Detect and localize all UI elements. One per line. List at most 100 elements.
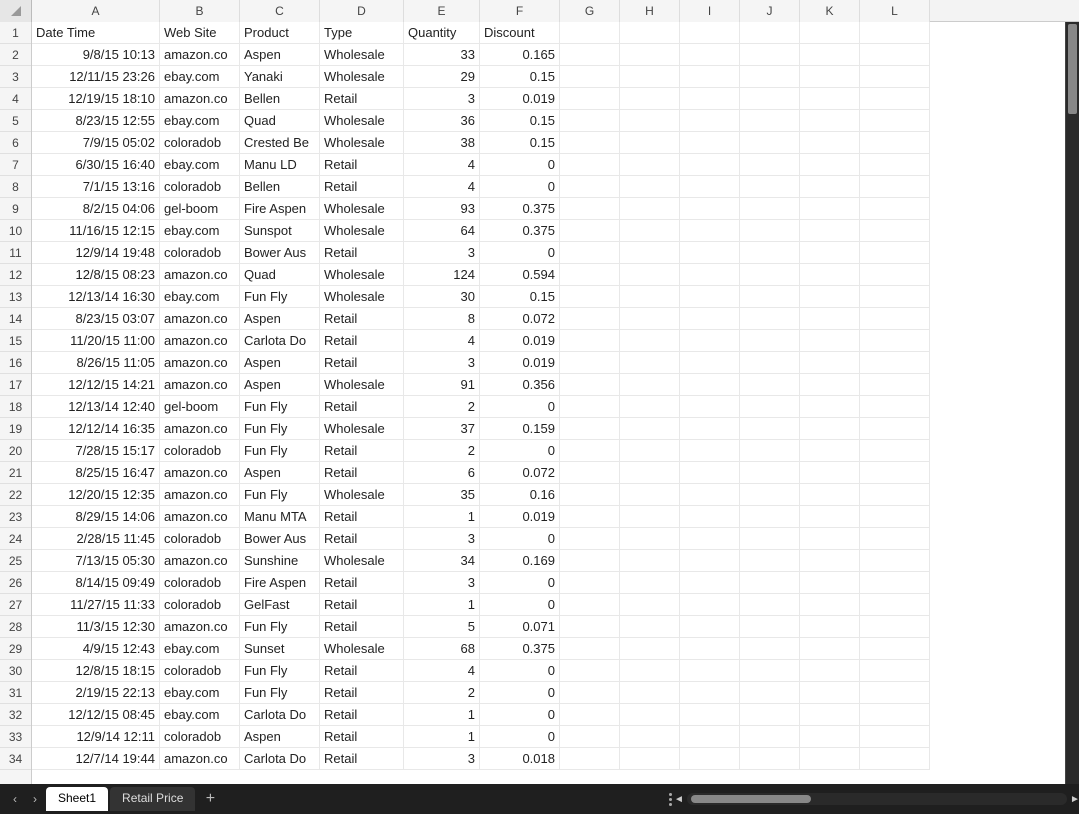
cell-C18[interactable]: Fun Fly [240,396,320,418]
cell-L8[interactable] [860,176,930,198]
cell-A20[interactable]: 7/28/15 15:17 [32,440,160,462]
cell-D18[interactable]: Retail [320,396,404,418]
cell-G24[interactable] [560,528,620,550]
cell-J34[interactable] [740,748,800,770]
cell-K11[interactable] [800,242,860,264]
cell-K27[interactable] [800,594,860,616]
cell-I13[interactable] [680,286,740,308]
cell-F27[interactable]: 0 [480,594,560,616]
cell-J25[interactable] [740,550,800,572]
cell-G11[interactable] [560,242,620,264]
cell-H11[interactable] [620,242,680,264]
row-header-27[interactable]: 27 [0,594,31,616]
cell-G1[interactable] [560,22,620,44]
cell-C7[interactable]: Manu LD [240,154,320,176]
cell-B15[interactable]: amazon.co [160,330,240,352]
cell-I30[interactable] [680,660,740,682]
cell-D16[interactable]: Retail [320,352,404,374]
column-header-F[interactable]: F [480,0,560,22]
cell-E1[interactable]: Quantity [404,22,480,44]
cell-L12[interactable] [860,264,930,286]
cell-J10[interactable] [740,220,800,242]
cell-K10[interactable] [800,220,860,242]
cell-F9[interactable]: 0.375 [480,198,560,220]
cell-G27[interactable] [560,594,620,616]
column-header-H[interactable]: H [620,0,680,22]
cell-G3[interactable] [560,66,620,88]
cell-A18[interactable]: 12/13/14 12:40 [32,396,160,418]
cell-D7[interactable]: Retail [320,154,404,176]
cell-A8[interactable]: 7/1/15 13:16 [32,176,160,198]
cell-H22[interactable] [620,484,680,506]
cell-L3[interactable] [860,66,930,88]
cell-H19[interactable] [620,418,680,440]
cell-E14[interactable]: 8 [404,308,480,330]
row-header-8[interactable]: 8 [0,176,31,198]
cell-E26[interactable]: 3 [404,572,480,594]
cell-K17[interactable] [800,374,860,396]
cell-F20[interactable]: 0 [480,440,560,462]
cell-F24[interactable]: 0 [480,528,560,550]
cell-A22[interactable]: 12/20/15 12:35 [32,484,160,506]
cell-E13[interactable]: 30 [404,286,480,308]
cell-J13[interactable] [740,286,800,308]
cell-I5[interactable] [680,110,740,132]
cell-G8[interactable] [560,176,620,198]
cell-L30[interactable] [860,660,930,682]
cell-B5[interactable]: ebay.com [160,110,240,132]
hscroll-left-arrow-icon[interactable]: ◄ [673,793,685,805]
cell-J12[interactable] [740,264,800,286]
cell-H14[interactable] [620,308,680,330]
cell-L23[interactable] [860,506,930,528]
cell-I10[interactable] [680,220,740,242]
cell-J1[interactable] [740,22,800,44]
cell-E5[interactable]: 36 [404,110,480,132]
cell-K30[interactable] [800,660,860,682]
cell-C9[interactable]: Fire Aspen [240,198,320,220]
sheet-tab-retail-price[interactable]: Retail Price [110,787,195,811]
cell-D22[interactable]: Wholesale [320,484,404,506]
cell-F19[interactable]: 0.159 [480,418,560,440]
row-header-20[interactable]: 20 [0,440,31,462]
cell-L6[interactable] [860,132,930,154]
cell-G28[interactable] [560,616,620,638]
cell-C27[interactable]: GelFast [240,594,320,616]
cell-G14[interactable] [560,308,620,330]
cell-A2[interactable]: 9/8/15 10:13 [32,44,160,66]
cell-H23[interactable] [620,506,680,528]
cell-B27[interactable]: coloradob [160,594,240,616]
cell-J7[interactable] [740,154,800,176]
cell-D12[interactable]: Wholesale [320,264,404,286]
column-header-J[interactable]: J [740,0,800,22]
cell-F12[interactable]: 0.594 [480,264,560,286]
cell-C4[interactable]: Bellen [240,88,320,110]
cell-K14[interactable] [800,308,860,330]
cell-D25[interactable]: Wholesale [320,550,404,572]
cell-E8[interactable]: 4 [404,176,480,198]
cell-G10[interactable] [560,220,620,242]
cell-L33[interactable] [860,726,930,748]
column-header-B[interactable]: B [160,0,240,22]
cell-G31[interactable] [560,682,620,704]
cell-D4[interactable]: Retail [320,88,404,110]
cell-A34[interactable]: 12/7/14 19:44 [32,748,160,770]
cell-D17[interactable]: Wholesale [320,374,404,396]
row-header-33[interactable]: 33 [0,726,31,748]
cell-L17[interactable] [860,374,930,396]
cell-J4[interactable] [740,88,800,110]
cell-B28[interactable]: amazon.co [160,616,240,638]
cell-K20[interactable] [800,440,860,462]
cell-F18[interactable]: 0 [480,396,560,418]
cell-H25[interactable] [620,550,680,572]
select-all-corner[interactable] [0,0,32,22]
cell-B32[interactable]: ebay.com [160,704,240,726]
cell-K15[interactable] [800,330,860,352]
cell-A3[interactable]: 12/11/15 23:26 [32,66,160,88]
cell-L11[interactable] [860,242,930,264]
cell-I15[interactable] [680,330,740,352]
cell-J16[interactable] [740,352,800,374]
cells[interactable]: Date TimeWeb SiteProductTypeQuantityDisc… [32,22,1065,784]
cell-A7[interactable]: 6/30/15 16:40 [32,154,160,176]
cell-E30[interactable]: 4 [404,660,480,682]
cell-E23[interactable]: 1 [404,506,480,528]
